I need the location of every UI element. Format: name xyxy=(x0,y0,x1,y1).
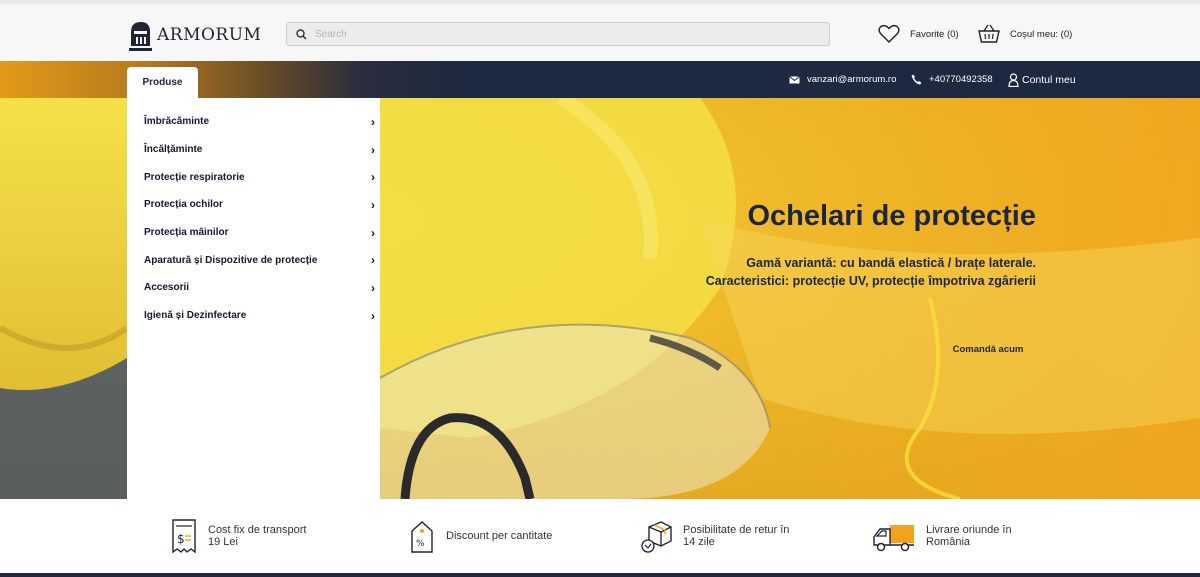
feature-discount-text: Discount per cantitate xyxy=(446,530,553,542)
feature-transport: $ Cost fix de transport 19 Lei xyxy=(170,519,318,553)
chevron-right-icon: › xyxy=(371,308,375,323)
order-now-button[interactable]: Comandă acum xyxy=(940,344,1036,355)
top-header: ARMORUM Favorite (0) Coșul meu: (0) xyxy=(0,0,1200,61)
account-text: Contul meu xyxy=(1022,73,1076,86)
search-input[interactable] xyxy=(315,28,815,40)
return-box-icon xyxy=(641,521,672,553)
menu-item-igiena[interactable]: Igienă și Dezinfectare › xyxy=(127,302,380,330)
search-icon[interactable] xyxy=(287,23,315,45)
menu-item-imbracaminte[interactable]: Îmbrăcăminte › xyxy=(127,108,380,136)
knight-helmet-icon xyxy=(129,22,152,51)
phone-text: +40770492358 xyxy=(929,74,993,85)
chevron-right-icon: › xyxy=(371,170,375,185)
user-icon xyxy=(1008,72,1019,87)
category-menu: Îmbrăcăminte › Încălțăminte › Protecție re… xyxy=(127,98,380,499)
envelope-icon xyxy=(789,75,800,83)
svg-text:%: % xyxy=(416,539,425,549)
feature-return-text: Posibilitate de retur în 14 zile xyxy=(683,524,790,548)
favorites-button[interactable]: Favorite (0) xyxy=(878,24,959,44)
menu-item-incaltaminte[interactable]: Încălțăminte › xyxy=(127,136,380,164)
feature-transport-text: Cost fix de transport 19 Lei xyxy=(208,524,307,548)
features-strip: $ Cost fix de transport 19 Lei % Discoun… xyxy=(0,499,1200,573)
chevron-right-icon: › xyxy=(371,253,375,268)
phone-icon xyxy=(911,74,922,85)
discount-tag-icon: % xyxy=(411,521,433,553)
menu-item-aparatura[interactable]: Aparatură și Dispozitive de protecție › xyxy=(127,246,380,274)
search-bar xyxy=(286,22,830,46)
menu-item-protectie-respiratorie[interactable]: Protecție respiratorie › xyxy=(127,163,380,191)
hero-title: Ochelari de protecție xyxy=(747,200,1037,232)
tab-produse[interactable]: Produse xyxy=(127,67,198,98)
basket-icon xyxy=(978,24,1000,43)
feature-delivery: Livrare oriunde în România xyxy=(872,519,1036,553)
cart-button[interactable]: Coșul meu: (0) xyxy=(978,24,1072,44)
chevron-right-icon: › xyxy=(371,280,375,295)
menu-item-accesorii[interactable]: Accesorii › xyxy=(127,274,380,302)
chevron-right-icon: › xyxy=(371,197,375,212)
logo-text: ARMORUM xyxy=(157,25,262,45)
feature-return: Posibilitate de retur în 14 zile xyxy=(639,519,793,553)
logo[interactable]: ARMORUM xyxy=(127,18,261,52)
feature-delivery-text: Livrare oriunde în România xyxy=(926,524,1012,548)
hero-subtitle: Gamă variantă: cu bandă elastică / brațe… xyxy=(705,256,1036,288)
footer-border xyxy=(0,573,1200,577)
cart-label: Coșul meu: (0) xyxy=(1010,28,1073,40)
chevron-right-icon: › xyxy=(371,225,375,240)
menu-item-protectia-mainilor[interactable]: Protecția mâinilor › xyxy=(127,219,380,247)
email-link[interactable]: vanzari@armorum.ro xyxy=(789,61,896,98)
menu-item-protectia-ochilor[interactable]: Protecția ochilor › xyxy=(127,191,380,219)
heart-icon xyxy=(878,24,900,43)
chevron-right-icon: › xyxy=(371,114,375,129)
delivery-truck-icon xyxy=(873,525,914,552)
favorites-label: Favorite (0) xyxy=(910,28,959,40)
nav-bar: Produse vanzari@armorum.ro +40770492358 … xyxy=(0,61,1200,98)
svg-text:$: $ xyxy=(177,532,185,546)
phone-link[interactable]: +40770492358 xyxy=(911,61,993,98)
receipt-icon: $ xyxy=(172,519,196,553)
chevron-right-icon: › xyxy=(371,142,375,157)
account-link[interactable]: Contul meu xyxy=(1008,61,1076,98)
email-text: vanzari@armorum.ro xyxy=(807,74,897,85)
feature-discount: % Discount per cantitate xyxy=(408,519,556,553)
